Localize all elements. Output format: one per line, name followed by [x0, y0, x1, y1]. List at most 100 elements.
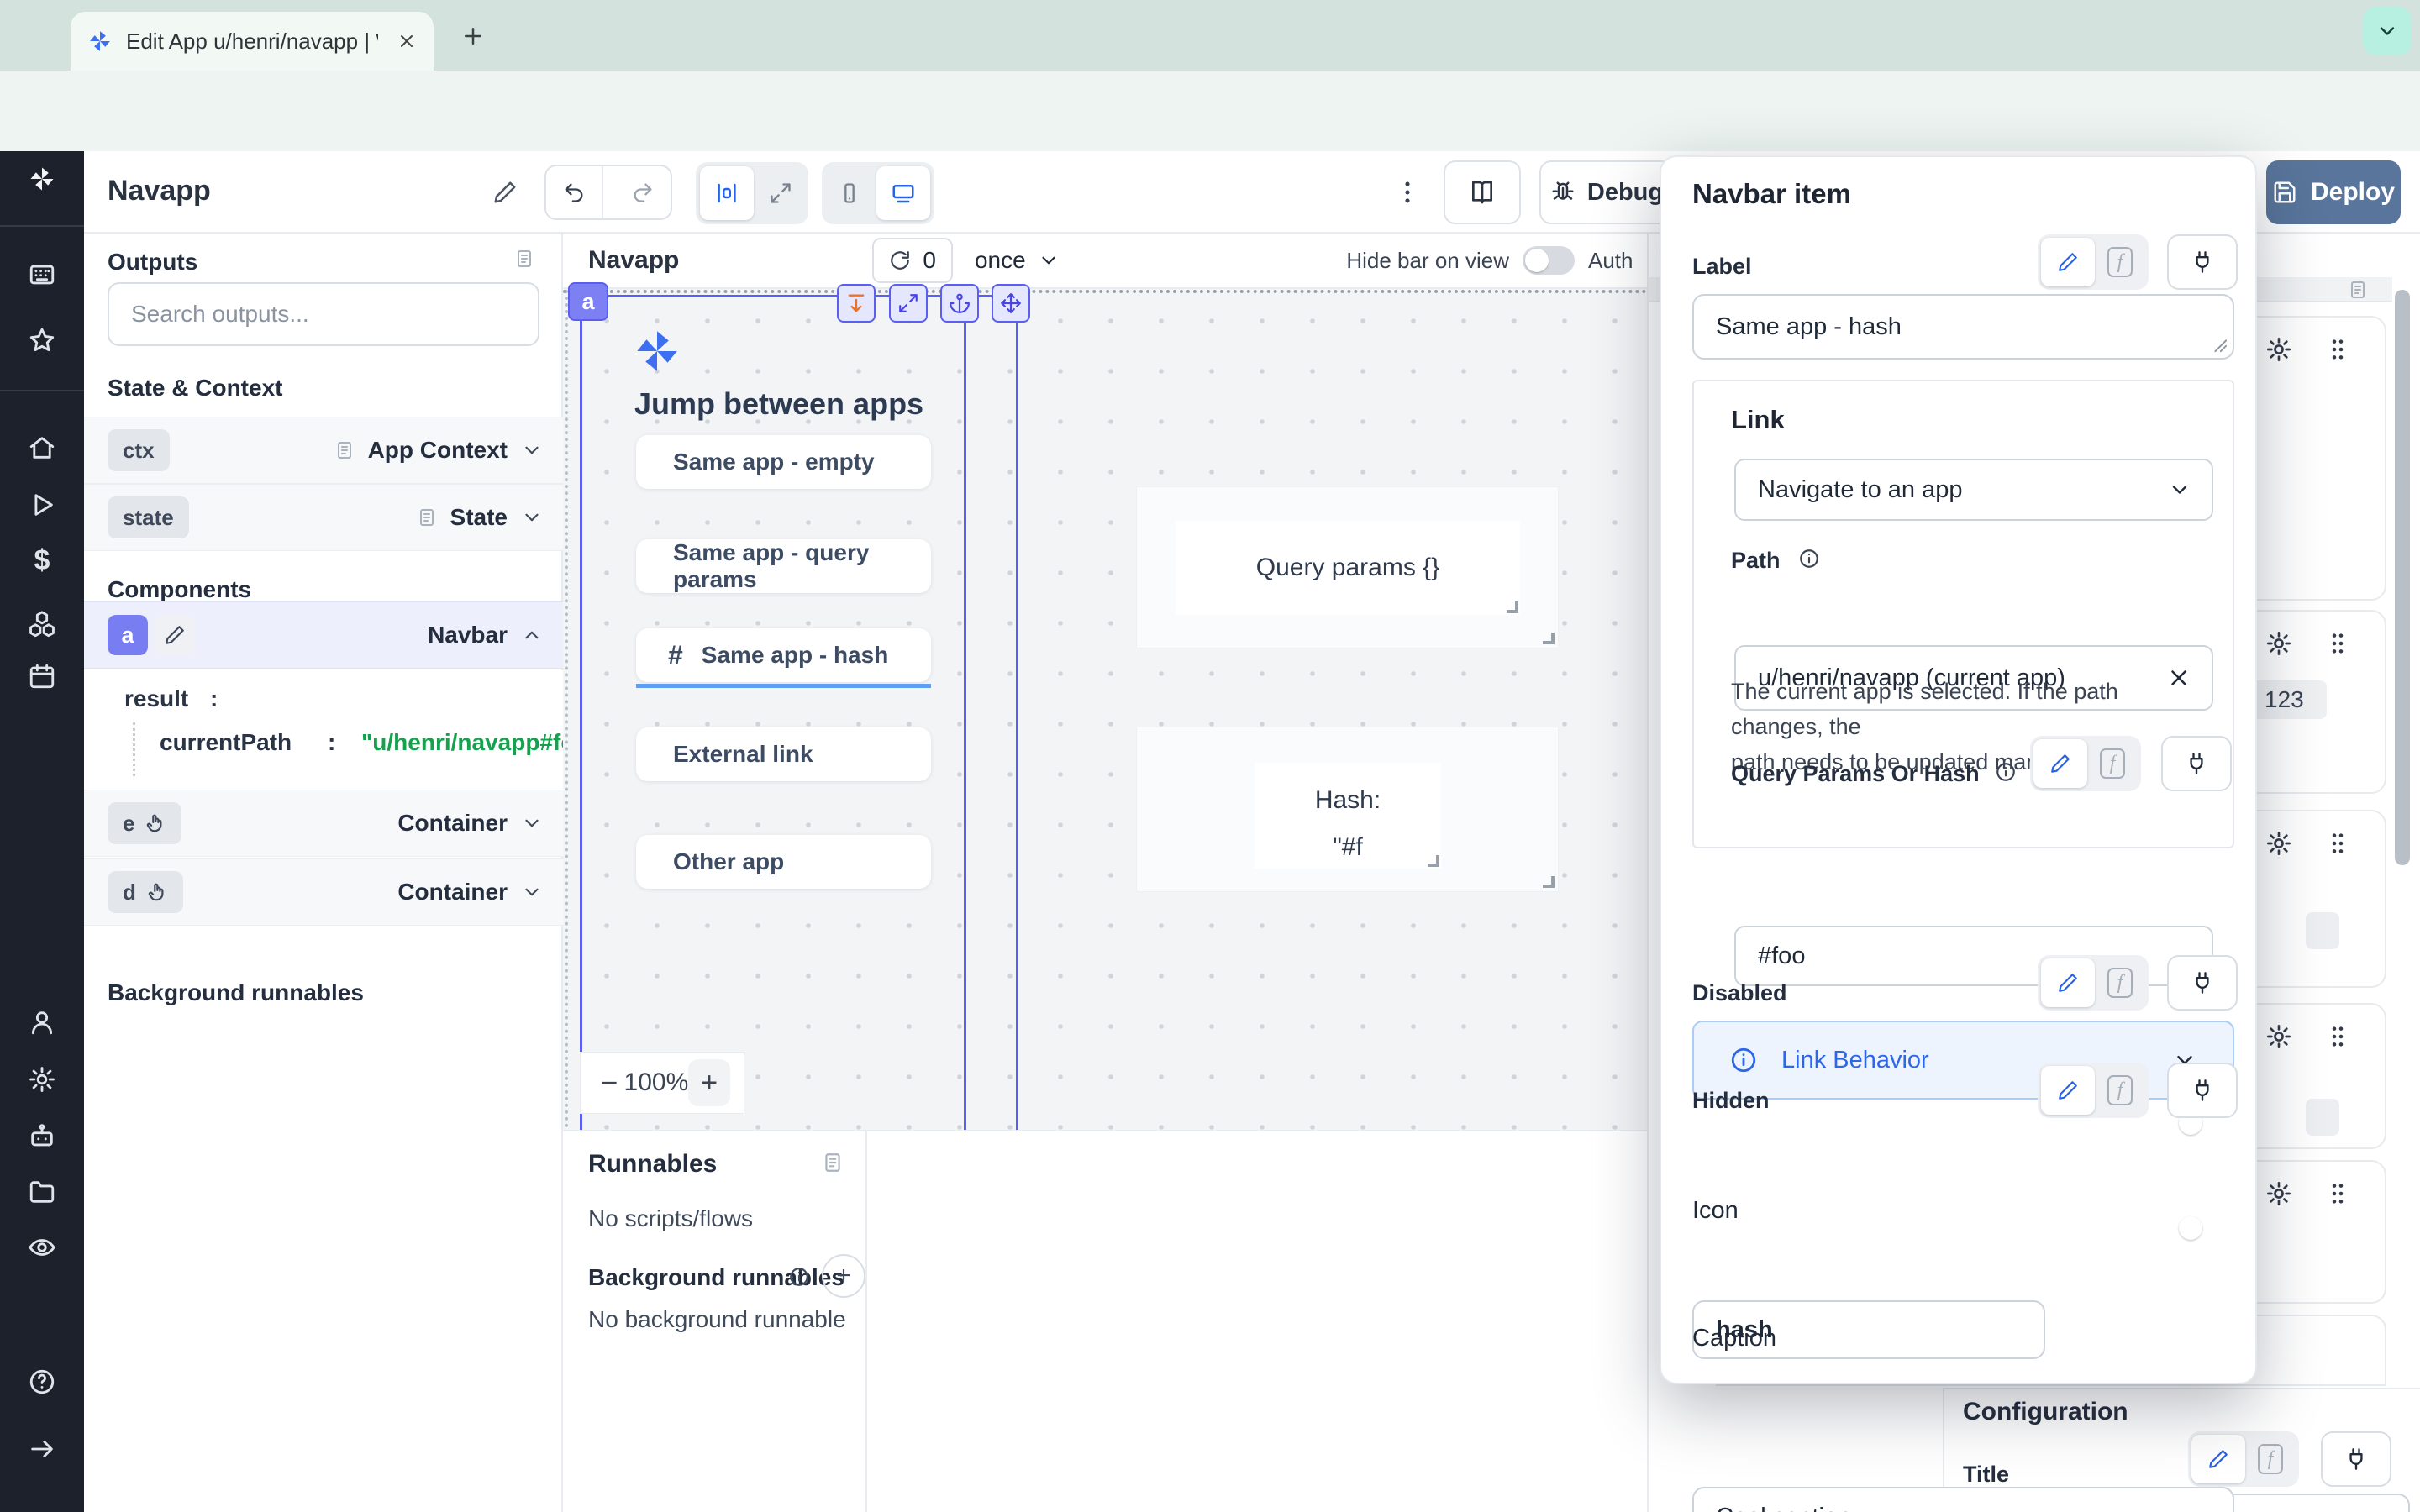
static-mode-button[interactable] [2041, 958, 2095, 1007]
new-tab-icon[interactable] [460, 24, 486, 49]
sidebar-resources-icon[interactable] [28, 610, 56, 638]
label-input[interactable]: Same app - hash [1692, 294, 2234, 360]
sidebar-workers-icon[interactable] [28, 1122, 56, 1151]
item-settings-gear-icon[interactable] [2265, 336, 2292, 363]
query-params-container[interactable]: Query params {} [1136, 486, 1559, 648]
component-row-container-d[interactable]: d Container [84, 858, 563, 926]
docs-button[interactable] [1444, 160, 1521, 224]
title-connect-button[interactable] [2321, 1431, 2391, 1487]
windmill-logo-icon[interactable] [28, 165, 56, 193]
edit-id-button[interactable] [155, 615, 195, 655]
toolbar-menu-icon[interactable] [1393, 178, 1422, 207]
sidebar-schedules-icon[interactable] [28, 662, 56, 690]
nav-item-same-app-hash[interactable]: # Same app - hash [636, 628, 931, 682]
nav-item-other-app[interactable]: Other app [636, 835, 931, 889]
sidebar-users-icon[interactable] [28, 1008, 56, 1037]
chevron-down-icon[interactable] [521, 881, 543, 903]
sidebar-folders-icon[interactable] [28, 1178, 56, 1206]
redo-button[interactable] [615, 166, 671, 218]
debug-button[interactable]: Debug [1539, 160, 1674, 224]
resize-corner[interactable] [1543, 876, 1555, 888]
hidden-connect-button[interactable] [2167, 1063, 2238, 1118]
sidebar-favorites-icon[interactable] [28, 326, 56, 354]
sidebar-settings-icon[interactable] [28, 1065, 56, 1094]
textarea-resize-handle[interactable] [2209, 334, 2228, 353]
item-settings-gear-icon[interactable] [2265, 1023, 2292, 1050]
tab-close-icon[interactable] [397, 31, 417, 51]
app-canvas[interactable]: Navapp 0 once Hide bar on view Auth a [563, 234, 1647, 1130]
item-settings-gear-icon[interactable] [2265, 1180, 2292, 1207]
fullscreen-handle[interactable] [889, 284, 928, 323]
chevron-down-icon[interactable] [521, 507, 543, 528]
sidebar-expand-icon[interactable] [28, 1435, 56, 1463]
sidebar-home-icon[interactable] [28, 433, 56, 462]
desktop-view-button[interactable] [876, 166, 930, 220]
function-mode-button[interactable]: f [2095, 238, 2145, 286]
item-drag-handle-icon[interactable] [2324, 336, 2351, 363]
chevron-down-icon[interactable] [521, 439, 543, 461]
component-row-navbar[interactable]: a Navbar [84, 601, 563, 669]
info-icon[interactable] [788, 1266, 810, 1288]
info-icon[interactable] [1995, 761, 2017, 783]
move-handle[interactable] [992, 284, 1030, 323]
item-drag-handle-icon[interactable] [2324, 830, 2351, 857]
static-mode-button[interactable] [2041, 1066, 2095, 1115]
scrollbar-thumb[interactable] [2395, 290, 2410, 865]
fullscreen-layout-button[interactable] [757, 166, 804, 220]
center-layout-button[interactable] [700, 166, 754, 220]
refresh-count-button[interactable]: 0 [872, 238, 953, 283]
static-mode-button[interactable] [2033, 739, 2087, 788]
item-drag-handle-icon[interactable] [2324, 1180, 2351, 1207]
query-connect-button[interactable] [2161, 736, 2232, 791]
undo-button[interactable] [546, 166, 603, 218]
tab-search-chevron-button[interactable] [2363, 7, 2412, 55]
caption-input[interactable]: Cool caption [1692, 1487, 2234, 1512]
sidebar-apps-icon[interactable] [28, 260, 56, 289]
function-mode-button[interactable]: f [2245, 1435, 2296, 1483]
function-mode-button[interactable]: f [2095, 958, 2145, 1007]
sidebar-variables-icon[interactable]: $ [28, 546, 56, 575]
anchor-handle[interactable] [940, 284, 979, 323]
item-settings-gear-icon[interactable] [2265, 830, 2292, 857]
disabled-connect-button[interactable] [2167, 955, 2238, 1011]
static-mode-button[interactable] [2041, 238, 2095, 286]
item-drag-handle-icon[interactable] [2324, 1023, 2351, 1050]
resize-corner[interactable] [1507, 601, 1518, 613]
nav-item-same-app-empty[interactable]: Same app - empty [636, 435, 931, 489]
expand-down-handle[interactable] [837, 284, 876, 323]
outputs-doc-icon[interactable] [514, 249, 534, 269]
label-connect-button[interactable] [2167, 234, 2238, 290]
info-icon[interactable] [1798, 548, 1820, 570]
zoom-out-button[interactable]: − [594, 1065, 624, 1100]
sidebar-runs-icon[interactable] [28, 491, 56, 519]
item-settings-gear-icon[interactable] [2265, 630, 2292, 657]
component-tag-badge[interactable]: a [568, 282, 608, 321]
add-background-runnable-button[interactable]: + [822, 1254, 865, 1298]
nav-item-external-link[interactable]: External link [636, 727, 931, 781]
sidebar-audit-icon[interactable] [28, 1233, 56, 1262]
component-row-container-e[interactable]: e Container [84, 790, 563, 857]
state-row[interactable]: state State [84, 484, 563, 551]
function-mode-button[interactable]: f [2087, 739, 2138, 788]
resize-corner[interactable] [1428, 855, 1439, 867]
runnables-doc-icon[interactable] [822, 1152, 844, 1173]
deploy-button[interactable]: Deploy [2266, 160, 2401, 224]
search-outputs-input[interactable]: Search outputs... [108, 282, 539, 346]
chevron-up-icon[interactable] [521, 624, 543, 646]
link-behavior-collapsible[interactable]: Link Behavior [1692, 1021, 2234, 1100]
static-mode-button[interactable] [2191, 1435, 2245, 1483]
link-kind-select[interactable]: Navigate to an app [1734, 459, 2213, 521]
zoom-in-button[interactable]: + [688, 1059, 730, 1106]
item-drag-handle-icon[interactable] [2324, 630, 2351, 657]
ctx-row[interactable]: ctx App Context [84, 417, 563, 484]
nav-item-same-app-query-params[interactable]: Same app - query params [636, 539, 931, 593]
function-mode-button[interactable]: f [2095, 1066, 2145, 1115]
settings-doc-icon[interactable] [2348, 280, 2368, 300]
sidebar-help-icon[interactable] [28, 1368, 56, 1396]
rename-pencil-icon[interactable] [492, 180, 518, 205]
browser-tab[interactable]: Edit App u/henri/navapp | Win [71, 12, 434, 71]
chevron-down-icon[interactable] [521, 812, 543, 834]
hide-bar-toggle[interactable] [1523, 246, 1575, 275]
mobile-view-button[interactable] [826, 166, 873, 220]
refresh-mode-select[interactable]: once [975, 247, 1060, 274]
